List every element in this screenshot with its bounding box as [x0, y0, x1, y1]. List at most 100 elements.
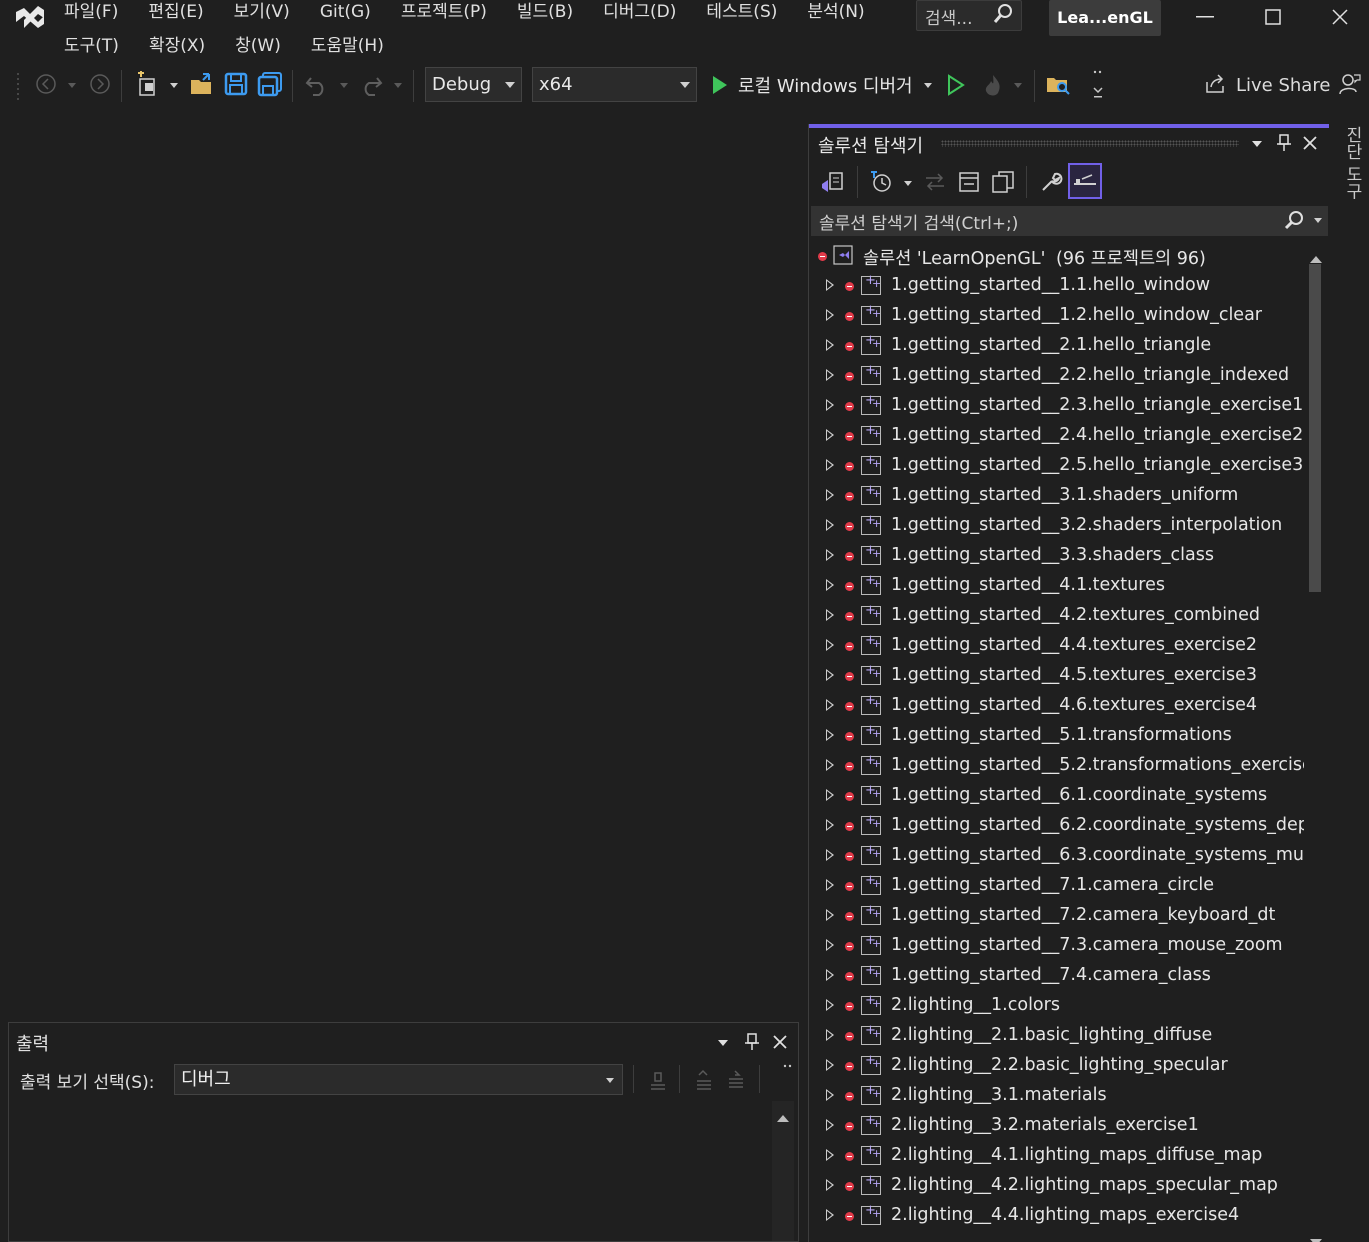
output-source-select[interactable]: 디버그	[174, 1064, 623, 1095]
find-message-in-code-icon[interactable]	[645, 1067, 671, 1093]
panel-drag-grip[interactable]	[941, 140, 1239, 147]
save-icon[interactable]	[222, 70, 250, 98]
project-node[interactable]: 1.getting_started__4.2.textures_combined	[809, 602, 1304, 632]
maximize-button[interactable]	[1243, 0, 1303, 34]
expand-arrow-icon[interactable]	[826, 819, 834, 831]
project-node[interactable]: 1.getting_started__5.2.transformations_e…	[809, 752, 1304, 782]
output-toolbar-overflow-icon[interactable]	[781, 1059, 795, 1073]
toolbar-overflow-icon[interactable]	[1090, 66, 1106, 106]
solution-platform-select[interactable]: x64	[532, 67, 697, 102]
project-node[interactable]: 1.getting_started__7.2.camera_keyboard_d…	[809, 902, 1304, 932]
navigate-forward-icon[interactable]	[88, 72, 112, 96]
minimize-button[interactable]	[1175, 0, 1235, 34]
panel-options-dropdown[interactable]	[1249, 136, 1265, 152]
expand-arrow-icon[interactable]	[826, 399, 834, 411]
project-node[interactable]: 1.getting_started__2.3.hello_triangle_ex…	[809, 392, 1304, 422]
switch-views-icon[interactable]	[819, 168, 847, 196]
properties-wrench-icon[interactable]	[1037, 168, 1065, 196]
expand-arrow-icon[interactable]	[826, 669, 834, 681]
new-project-icon[interactable]	[135, 70, 163, 98]
solution-explorer-search-input[interactable]: 솔루션 탐색기 검색(Ctrl+;)	[811, 206, 1328, 236]
start-debugging-play-icon[interactable]	[708, 72, 732, 98]
expand-arrow-icon[interactable]	[826, 1149, 834, 1161]
navigate-back-dropdown[interactable]	[66, 80, 78, 90]
project-node[interactable]: 1.getting_started__2.1.hello_triangle	[809, 332, 1304, 362]
project-node[interactable]: 1.getting_started__6.2.coordinate_system…	[809, 812, 1304, 842]
expand-arrow-icon[interactable]	[826, 339, 834, 351]
expand-arrow-icon[interactable]	[826, 729, 834, 741]
expand-arrow-icon[interactable]	[826, 1179, 834, 1191]
start-without-debugging-icon[interactable]	[944, 72, 968, 98]
expand-arrow-icon[interactable]	[826, 639, 834, 651]
project-node[interactable]: 2.lighting__4.4.lighting_maps_exercise4	[809, 1202, 1304, 1232]
output-text-area[interactable]	[11, 1101, 796, 1241]
toolbar-grip[interactable]	[14, 68, 24, 104]
menu-file[interactable]: 파일(F)	[64, 0, 133, 26]
project-node[interactable]: 1.getting_started__2.4.hello_triangle_ex…	[809, 422, 1304, 452]
project-node[interactable]: 1.getting_started__2.2.hello_triangle_in…	[809, 362, 1304, 392]
expand-arrow-icon[interactable]	[826, 909, 834, 921]
expand-arrow-icon[interactable]	[826, 1029, 834, 1041]
expand-arrow-icon[interactable]	[826, 759, 834, 771]
expand-arrow-icon[interactable]	[826, 609, 834, 621]
next-message-icon[interactable]	[723, 1067, 749, 1093]
sync-with-document-icon[interactable]	[921, 168, 949, 196]
hot-reload-dropdown[interactable]	[1012, 80, 1024, 90]
menu-edit[interactable]: 편집(E)	[133, 0, 218, 26]
menu-tools[interactable]: 도구(T)	[64, 34, 134, 60]
project-node[interactable]: 2.lighting__4.1.lighting_maps_diffuse_ma…	[809, 1142, 1304, 1172]
project-node[interactable]: 1.getting_started__2.5.hello_triangle_ex…	[809, 452, 1304, 482]
project-node[interactable]: 1.getting_started__1.1.hello_window	[809, 272, 1304, 302]
panel-options-dropdown[interactable]	[715, 1035, 731, 1051]
project-node[interactable]: 1.getting_started__7.3.camera_mouse_zoom	[809, 932, 1304, 962]
project-node[interactable]: 2.lighting__4.2.lighting_maps_specular_m…	[809, 1172, 1304, 1202]
menu-analyze[interactable]: 분석(N)	[792, 0, 879, 26]
project-node[interactable]: 1.getting_started__3.3.shaders_class	[809, 542, 1304, 572]
solution-tree-scrollbar[interactable]	[1306, 242, 1328, 1242]
project-node[interactable]: 1.getting_started__4.4.textures_exercise…	[809, 632, 1304, 662]
redo-dropdown[interactable]	[392, 80, 404, 90]
expand-arrow-icon[interactable]	[826, 1209, 834, 1221]
pin-icon[interactable]	[742, 1031, 762, 1053]
scroll-down-arrow-icon[interactable]	[1310, 1232, 1322, 1242]
project-node[interactable]: 1.getting_started__3.1.shaders_uniform	[809, 482, 1304, 512]
find-in-files-folder-icon[interactable]	[1044, 70, 1072, 98]
run-target-dropdown[interactable]	[922, 80, 934, 90]
expand-arrow-icon[interactable]	[826, 309, 834, 321]
feedback-person-icon[interactable]	[1336, 70, 1364, 98]
project-node[interactable]: 1.getting_started__3.2.shaders_interpola…	[809, 512, 1304, 542]
menu-extensions[interactable]: 확장(X)	[134, 34, 220, 60]
project-node[interactable]: 1.getting_started__5.1.transformations	[809, 722, 1304, 752]
project-node[interactable]: 1.getting_started__7.1.camera_circle	[809, 872, 1304, 902]
navigate-back-icon[interactable]	[34, 72, 58, 96]
expand-arrow-icon[interactable]	[826, 489, 834, 501]
project-node[interactable]: 1.getting_started__6.3.coordinate_system…	[809, 842, 1304, 872]
visual-studio-logo-icon[interactable]	[10, 2, 52, 34]
expand-arrow-icon[interactable]	[826, 429, 834, 441]
collapse-all-icon[interactable]	[955, 168, 983, 196]
redo-icon[interactable]	[358, 72, 384, 98]
project-node[interactable]: 2.lighting__2.2.basic_lighting_specular	[809, 1052, 1304, 1082]
solution-configuration-select[interactable]: Debug	[425, 67, 522, 102]
expand-arrow-icon[interactable]	[826, 849, 834, 861]
expand-arrow-icon[interactable]	[826, 279, 834, 291]
scroll-up-arrow-icon[interactable]	[777, 1107, 789, 1127]
project-node[interactable]: 1.getting_started__6.1.coordinate_system…	[809, 782, 1304, 812]
show-all-files-icon[interactable]	[989, 168, 1017, 196]
expand-arrow-icon[interactable]	[826, 369, 834, 381]
project-node[interactable]: 1.getting_started__4.5.textures_exercise…	[809, 662, 1304, 692]
menu-build[interactable]: 빌드(B)	[502, 0, 588, 26]
expand-arrow-icon[interactable]	[826, 879, 834, 891]
start-debugging-button[interactable]: 로컬 Windows 디버거	[738, 70, 918, 100]
close-panel-icon[interactable]	[1299, 132, 1321, 154]
menu-view[interactable]: 보기(V)	[219, 0, 305, 26]
solution-root-node[interactable]: 솔루션 'LearnOpenGL' (96 프로젝트의 96)	[809, 242, 1304, 272]
close-panel-icon[interactable]	[769, 1031, 791, 1053]
project-node[interactable]: 1.getting_started__1.2.hello_window_clea…	[809, 302, 1304, 332]
expand-arrow-icon[interactable]	[826, 459, 834, 471]
project-node[interactable]: 1.getting_started__4.6.textures_exercise…	[809, 692, 1304, 722]
expand-arrow-icon[interactable]	[826, 1059, 834, 1071]
expand-arrow-icon[interactable]	[826, 1089, 834, 1101]
live-share-button[interactable]: Live Share	[1204, 70, 1330, 100]
expand-arrow-icon[interactable]	[826, 969, 834, 981]
